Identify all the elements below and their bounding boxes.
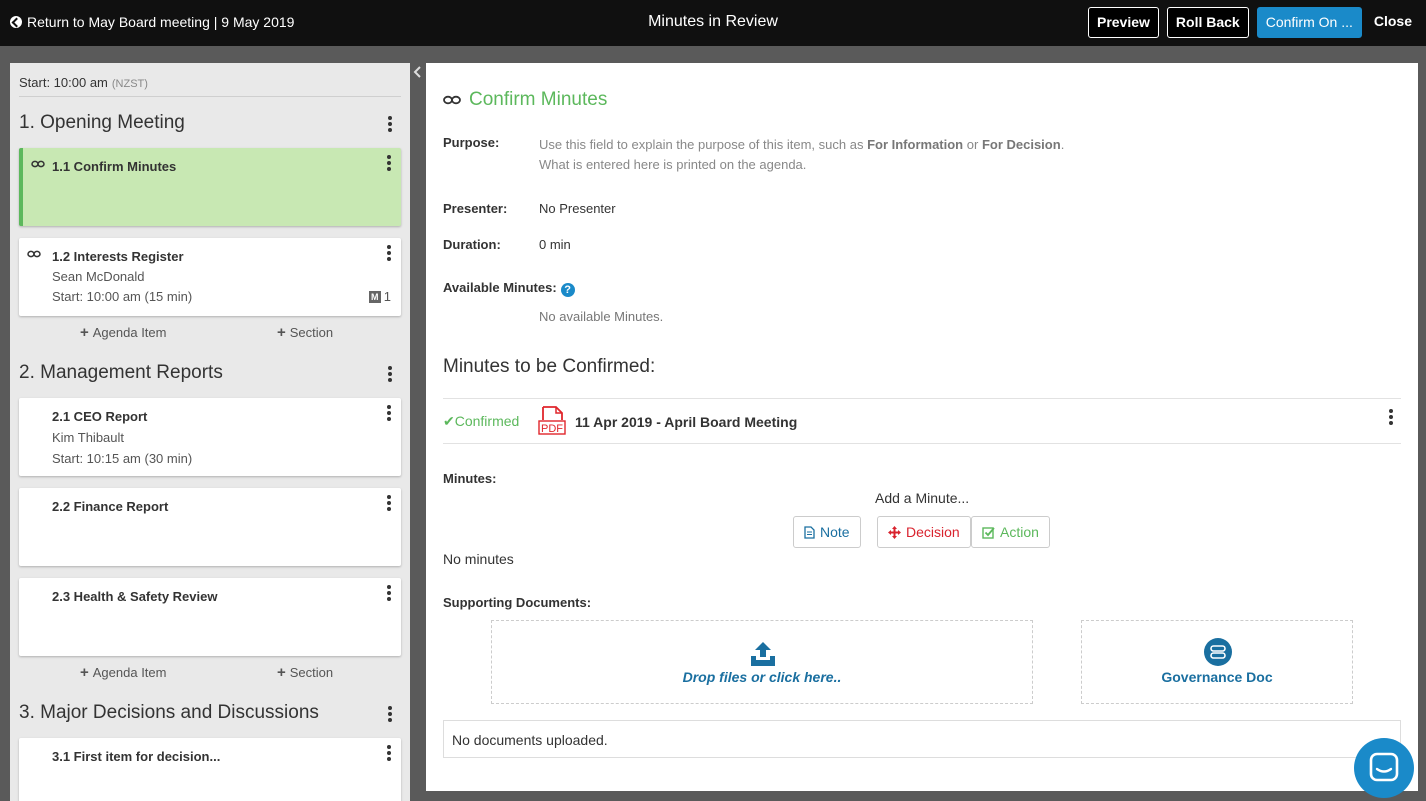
no-minutes-text: No minutes (443, 551, 514, 567)
minutes-document-title[interactable]: 11 Apr 2019 - April Board Meeting (575, 414, 797, 430)
minutes-icon: M (368, 290, 381, 303)
agenda-item-presenter: Sean McDonald (52, 269, 145, 284)
governance-doc-button[interactable]: Governance Doc (1081, 620, 1353, 704)
file-drop-zone[interactable]: Drop files or click here.. (491, 620, 1033, 704)
top-bar: Return to May Board meeting | 9 May 2019… (0, 0, 1426, 46)
item-title: Confirm Minutes (469, 89, 608, 110)
agenda-item-title: 1.1 Confirm Minutes (52, 159, 177, 174)
agenda-item-title: 2.1 CEO Report (52, 409, 148, 424)
add-minute-label: Add a Minute... (875, 490, 970, 506)
agenda-item-title: 3.1 First item for decision... (52, 749, 221, 764)
agenda-item-finance-report[interactable]: 2.2 Finance Report (19, 488, 401, 566)
add-section-button[interactable]: + Section (277, 324, 333, 341)
agenda-item-start: Start: 10:15 am (30 min) (52, 451, 193, 466)
supporting-documents-label: Supporting Documents: (443, 595, 592, 610)
arrow-left-circle-icon (10, 16, 22, 28)
section-title: 3. Major Decisions and Discussions (19, 702, 319, 723)
add-action-button[interactable]: Action (971, 516, 1050, 548)
section-title: 1. Opening Meeting (19, 112, 185, 133)
return-label: Return to May Board meeting | 9 May 2019 (27, 14, 295, 30)
agenda-item-start: Start: 10:00 am (15 min) (52, 289, 193, 304)
pdf-label: PDF (541, 423, 563, 435)
item-menu-icon[interactable] (387, 405, 391, 421)
available-minutes-label: Available Minutes:? (443, 280, 575, 297)
available-minutes-value: No available Minutes. (539, 309, 664, 324)
presenter-label: Presenter: (443, 201, 508, 216)
agenda-item-title: 1.2 Interests Register (52, 249, 184, 264)
rollback-button[interactable]: Roll Back (1166, 7, 1249, 38)
link-icon (31, 160, 45, 168)
minutes-label: Minutes: (443, 471, 497, 486)
duration-value[interactable]: 0 min (539, 237, 571, 252)
presenter-value[interactable]: No Presenter (539, 201, 616, 216)
section-menu-icon[interactable] (388, 706, 392, 722)
preview-button[interactable]: Preview (1087, 7, 1159, 38)
note-icon (804, 525, 815, 539)
check-icon: ✔ (443, 413, 455, 429)
agenda-item-title: 2.3 Health & Safety Review (52, 589, 218, 604)
agenda-item-first-decision[interactable]: 3.1 First item for decision... (19, 738, 401, 801)
agenda-start-time: Start: 10:00 am (NZST) (19, 75, 148, 90)
add-note-button[interactable]: Note (793, 516, 861, 548)
minutes-count-badge: M1 (368, 289, 391, 304)
minutes-to-confirm-heading: Minutes to be Confirmed: (443, 356, 656, 377)
add-section-button[interactable]: + Section (277, 664, 333, 681)
agenda-item-interests-register[interactable]: 1.2 Interests Register Sean McDonald Sta… (19, 238, 401, 316)
section-title: 2. Management Reports (19, 362, 223, 383)
item-menu-icon[interactable] (387, 155, 391, 171)
check-square-icon (982, 526, 995, 539)
link-icon (443, 95, 461, 105)
item-menu-icon[interactable] (387, 585, 391, 601)
chat-icon (1369, 752, 1399, 782)
agenda-item-ceo-report[interactable]: 2.1 CEO Report Kim Thibault Start: 10:15… (19, 398, 401, 476)
duration-label: Duration: (443, 237, 501, 252)
item-menu-icon[interactable] (387, 495, 391, 511)
minutes-row[interactable]: ✔Confirmed PDF 11 Apr 2019 - April Board… (443, 398, 1401, 444)
add-agenda-item-button[interactable]: + Agenda Item (80, 324, 166, 341)
item-menu-icon[interactable] (387, 745, 391, 761)
section-menu-icon[interactable] (388, 116, 392, 132)
add-agenda-item-button[interactable]: + Agenda Item (80, 664, 166, 681)
arrows-move-icon (888, 525, 901, 539)
timezone-label: (NZST) (111, 78, 148, 90)
minutes-menu-icon[interactable] (1389, 409, 1393, 425)
return-link[interactable]: Return to May Board meeting | 9 May 2019 (10, 14, 294, 30)
close-button[interactable]: Close (1370, 7, 1412, 38)
agenda-panel: Start: 10:00 am (NZST) 1. Opening Meeting… (10, 63, 410, 801)
add-decision-button[interactable]: Decision (877, 516, 971, 548)
item-menu-icon[interactable] (387, 245, 391, 261)
confirm-on-button[interactable]: Confirm On ... (1256, 7, 1362, 38)
collapse-panel-icon[interactable] (413, 66, 423, 78)
drop-files-label: Drop files or click here.. (682, 669, 842, 685)
divider (19, 96, 401, 97)
no-documents-text: No documents uploaded. (443, 720, 1401, 758)
upload-icon (751, 642, 775, 666)
agenda-item-title: 2.2 Finance Report (52, 499, 169, 514)
governance-doc-label: Governance Doc (1161, 669, 1273, 685)
purpose-label: Purpose: (443, 135, 500, 150)
agenda-item-health-safety[interactable]: 2.3 Health & Safety Review (19, 578, 401, 656)
help-icon[interactable]: ? (560, 283, 575, 297)
pdf-file-icon: PDF (538, 406, 566, 435)
item-detail-panel: Confirm Minutes Purpose: Use this field … (426, 63, 1418, 791)
item-heading: Confirm Minutes (443, 89, 607, 111)
agenda-item-presenter: Kim Thibault (52, 430, 125, 445)
agenda-item-confirm-minutes[interactable]: 1.1 Confirm Minutes (19, 148, 401, 226)
link-icon (27, 250, 41, 258)
section-menu-icon[interactable] (388, 366, 392, 382)
confirmed-status: ✔Confirmed (443, 413, 520, 429)
purpose-field[interactable]: Use this field to explain the purpose of… (539, 135, 1064, 175)
chat-launcher-button[interactable] (1354, 738, 1414, 798)
governance-doc-icon (1204, 638, 1232, 666)
